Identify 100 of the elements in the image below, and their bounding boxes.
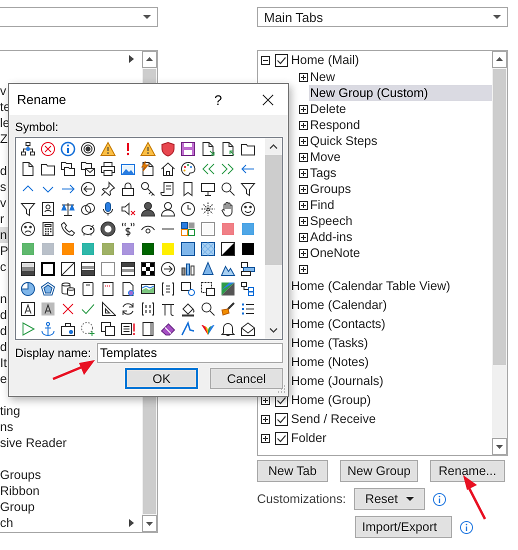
clock-icon[interactable]	[180, 201, 196, 217]
filter-icon[interactable]	[240, 181, 256, 197]
pushpin-icon[interactable]	[100, 181, 116, 197]
patterned-square-icon[interactable]	[200, 241, 216, 257]
document-arrow-icon[interactable]	[220, 141, 236, 157]
overlapping-circles-icon[interactable]	[80, 201, 96, 217]
striped-square-icon[interactable]	[120, 261, 136, 277]
dashed-frame-icon[interactable]	[200, 281, 216, 297]
radar-chart-icon[interactable]	[40, 281, 56, 297]
document-person-icon[interactable]	[120, 281, 136, 297]
square-swatch-icon[interactable]	[140, 241, 156, 257]
filter-icon[interactable]	[20, 201, 36, 217]
resize-grip-icon[interactable]	[277, 385, 286, 394]
printer-icon[interactable]	[100, 161, 116, 177]
smiley-icon[interactable]	[240, 201, 256, 217]
binary-bracket-icon[interactable]	[140, 301, 156, 317]
arrow-circle-left-icon[interactable]	[80, 181, 96, 197]
tab-label[interactable]: Home (Journals)	[291, 373, 384, 390]
scroll-up-icon[interactable]	[142, 51, 157, 68]
command-item[interactable]: v	[0, 195, 8, 211]
square-swatch-icon[interactable]	[80, 241, 96, 257]
dialog-button[interactable]: OK	[125, 368, 198, 389]
info-icon[interactable]	[460, 520, 473, 534]
bar-chart-icon[interactable]	[180, 261, 196, 277]
folder-icon[interactable]	[40, 161, 56, 177]
house-icon[interactable]	[160, 161, 176, 177]
square-swatch-icon[interactable]	[100, 241, 116, 257]
close-icon[interactable]	[262, 94, 274, 106]
checkered-square-icon[interactable]	[140, 261, 156, 277]
command-item[interactable]: c	[0, 259, 8, 275]
square-swatch-icon[interactable]	[40, 241, 56, 257]
group-label[interactable]: Delete	[309, 101, 492, 117]
target-icon[interactable]	[80, 141, 96, 157]
scroll-down-icon[interactable]	[142, 515, 157, 532]
letter-a-icon[interactable]	[20, 301, 36, 317]
command-item[interactable]: d	[0, 339, 9, 355]
expand-icon[interactable]	[261, 396, 270, 405]
currency-quote-icon[interactable]	[120, 221, 136, 237]
landscape-icon[interactable]	[140, 281, 156, 297]
command-item[interactable]: sive Reader	[0, 435, 69, 451]
list-exclamation-icon[interactable]	[120, 321, 136, 337]
warning-icon[interactable]	[140, 141, 156, 157]
square-swatch-icon[interactable]	[240, 241, 256, 257]
action-button[interactable]: Rename...	[430, 460, 505, 482]
scroll-down-icon[interactable]	[492, 438, 507, 455]
align-shapes-icon[interactable]	[240, 261, 256, 277]
expand-icon[interactable]	[299, 264, 308, 274]
search-icon[interactable]	[200, 301, 216, 317]
scroll-up-icon[interactable]	[492, 51, 507, 68]
command-item[interactable]: d	[0, 307, 9, 323]
command-item[interactable]: It	[0, 355, 9, 371]
book-icon[interactable]	[140, 321, 156, 337]
scroll-down-icon[interactable]	[269, 328, 278, 333]
book-icon[interactable]	[100, 281, 116, 297]
command-item[interactable]: d	[0, 163, 9, 179]
document-icon[interactable]	[20, 161, 36, 177]
command-item[interactable]: ch	[0, 515, 16, 531]
command-item[interactable]: n	[0, 291, 9, 307]
expand-icon[interactable]	[299, 168, 308, 178]
notebook-icon[interactable]	[80, 281, 96, 297]
striped-square-icon[interactable]	[80, 261, 96, 277]
checkbox[interactable]	[275, 413, 288, 426]
action-button[interactable]: New Tab	[257, 460, 328, 482]
square-swatch-icon[interactable]	[120, 241, 136, 257]
tab-label[interactable]: Send / Receive	[291, 411, 376, 428]
tabs-dropdown[interactable]: Main Tabs	[257, 7, 508, 27]
cylinders-icon[interactable]	[60, 281, 76, 297]
phone-icon[interactable]	[60, 221, 76, 237]
refresh-icon[interactable]	[120, 301, 136, 317]
square-swatch-icon[interactable]	[240, 221, 256, 237]
microphone-icon[interactable]	[100, 201, 116, 217]
expand-icon[interactable]	[299, 72, 308, 82]
anchor-icon[interactable]	[40, 321, 56, 337]
tab-label[interactable]: Home (Group)	[291, 392, 371, 409]
info-icon[interactable]	[60, 141, 76, 157]
command-item[interactable]: P	[0, 243, 10, 259]
close-circle-icon[interactable]	[40, 141, 56, 157]
expand-icon[interactable]	[299, 248, 308, 258]
expand-icon[interactable]	[299, 120, 308, 130]
pi-icon[interactable]	[160, 301, 176, 317]
color-squares-icon[interactable]	[180, 221, 196, 237]
tab-label[interactable]: Home (Tasks)	[291, 335, 368, 352]
command-item[interactable]: ting	[0, 403, 22, 419]
square-swatch-icon[interactable]	[160, 241, 176, 257]
square-swatch-icon[interactable]	[180, 241, 196, 257]
contact-card-icon[interactable]	[40, 201, 56, 217]
command-item[interactable]: Group	[0, 499, 37, 515]
search-icon[interactable]	[220, 181, 236, 197]
command-item[interactable]: Groups	[0, 467, 43, 483]
command-item[interactable]: ns	[0, 419, 16, 435]
document-lightning-icon[interactable]	[140, 161, 156, 177]
folder-icon[interactable]	[240, 141, 256, 157]
cross-icon[interactable]	[60, 301, 76, 317]
menu-button[interactable]: Import/Export	[355, 516, 452, 538]
info-icon[interactable]	[433, 492, 446, 506]
command-item[interactable]: s	[0, 179, 8, 195]
square-swatch-icon[interactable]	[220, 221, 236, 237]
folder-envelope-icon[interactable]	[80, 161, 96, 177]
checkbox[interactable]	[275, 432, 288, 445]
shield-icon[interactable]	[160, 141, 176, 157]
